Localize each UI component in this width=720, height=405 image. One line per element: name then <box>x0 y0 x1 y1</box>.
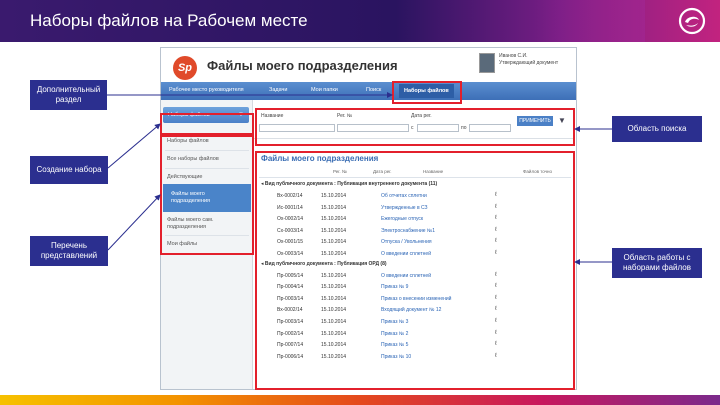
app-topbar: Sp Файлы моего подразделения Иванов С.И.… <box>161 48 576 82</box>
brand-logo-icon <box>678 7 706 35</box>
slide: Наборы файлов на Рабочем месте Sp Файлы … <box>0 0 720 405</box>
user-info: Иванов С.И. Утверждающий документ <box>499 53 558 67</box>
callout-work-area: Область работы с наборами файлов <box>612 248 702 278</box>
highlight-views-list <box>160 135 254 255</box>
callout-search-area: Область поиска <box>612 116 702 142</box>
slide-title: Наборы файлов на Рабочем месте <box>30 11 308 30</box>
highlight-nav-file-sets <box>392 81 462 104</box>
nav-item-search[interactable]: Поиск <box>366 87 381 93</box>
nav-item-my-folders[interactable]: Мои папки <box>311 87 338 93</box>
user-name: Иванов С.И. <box>499 53 528 59</box>
app-title: Файлы моего подразделения <box>207 58 398 73</box>
highlight-work-area <box>255 151 575 390</box>
nav-item-tasks[interactable]: Задачи <box>269 87 287 93</box>
header-accent <box>535 0 645 42</box>
nav-item-workplace[interactable]: Рабочее место руководителя <box>169 87 244 93</box>
avatar[interactable] <box>479 53 495 73</box>
highlight-set-selector <box>160 113 254 135</box>
app-logo: Sp <box>173 56 197 80</box>
bottom-ribbon <box>0 395 720 405</box>
callout-extra-section: Дополнительный раздел <box>30 80 107 110</box>
callout-create-set: Создание набора <box>30 156 108 184</box>
callout-views-list: Перечень представлений <box>30 236 108 266</box>
highlight-search-area <box>255 108 575 146</box>
slide-header: Наборы файлов на Рабочем месте <box>0 0 720 42</box>
main-nav: Рабочее место руководителя Задачи Мои па… <box>161 82 576 100</box>
user-role: Утверждающий документ <box>499 60 559 66</box>
